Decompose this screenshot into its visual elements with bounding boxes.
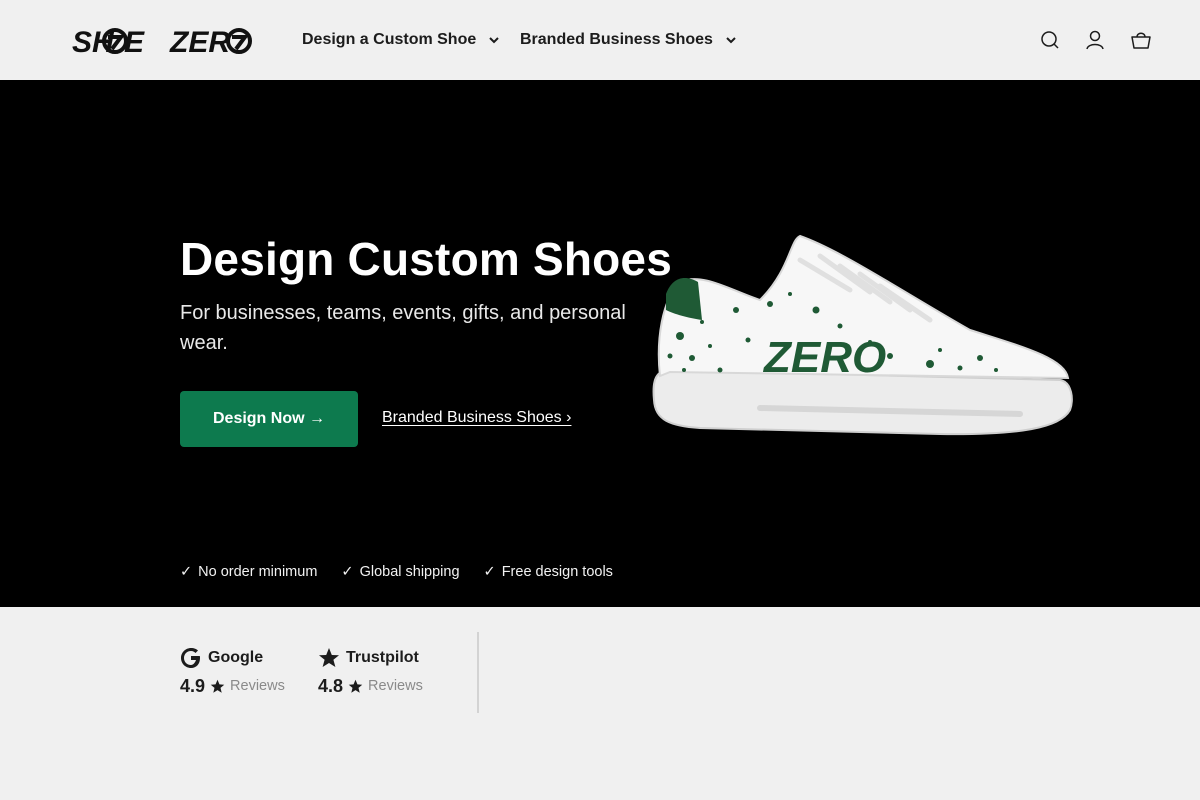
check-icon: ✓: [180, 564, 193, 580]
design-now-button[interactable]: Design Now →: [180, 391, 358, 447]
brand-logo[interactable]: SH E ZER: [72, 24, 254, 58]
hero-subtitle: For businesses, teams, events, gifts, an…: [180, 302, 626, 354]
nav-design-custom-shoe[interactable]: Design a Custom Shoe: [302, 29, 500, 51]
reviews-section: Google 4.9 Reviews Trustpilot 4.8 Review…: [0, 607, 1200, 800]
chevron-down-icon: [489, 37, 499, 44]
score-label: Reviews: [230, 678, 285, 694]
site-header: SH E ZER Design a Custom Shoe Branded Bu…: [0, 0, 1200, 80]
review-header: Trustpilot: [318, 647, 423, 669]
cart-icon[interactable]: [1129, 28, 1153, 52]
google-review[interactable]: Google 4.9 Reviews: [180, 647, 285, 697]
perk-label: Free design tools: [501, 564, 613, 580]
google-icon: [181, 648, 200, 668]
perk-item: ✓ Global shipping: [341, 564, 459, 580]
svg-text:ZER: ZER: [169, 26, 230, 58]
score-value: 4.8: [318, 675, 344, 696]
score-value: 4.9: [180, 675, 206, 696]
check-icon: ✓: [483, 564, 496, 580]
perk-label: No order minimum: [198, 564, 318, 580]
shoe-brand-text: ZERO: [762, 333, 886, 382]
perks-list: ✓ No order minimum ✓ Global shipping ✓ F…: [180, 564, 613, 580]
brand-logo-mark: SH E ZER: [72, 26, 252, 58]
check-icon: ✓: [341, 564, 354, 580]
nav-label: Design a Custom Shoe: [302, 31, 477, 48]
trustpilot-review[interactable]: Trustpilot 4.8 Reviews: [318, 647, 423, 697]
review-header: Google: [180, 647, 285, 669]
custom-shoe-image: ZERO: [652, 234, 1073, 436]
account-icon[interactable]: [1083, 28, 1107, 52]
review-score: 4.9 Reviews: [180, 675, 285, 697]
branded-business-shoes-link[interactable]: Branded Business Shoes ›: [382, 409, 571, 427]
perk-item: ✓ No order minimum: [180, 564, 317, 580]
perk-label: Global shipping: [359, 564, 460, 580]
hero-section: Design Custom Shoes For businesses, team…: [0, 80, 1200, 607]
trustpilot-star-icon: [319, 648, 339, 667]
nav-branded-business-shoes[interactable]: Branded Business Shoes: [520, 29, 737, 51]
nav-label: Branded Business Shoes: [520, 31, 713, 48]
hero-title: Design Custom Shoes: [180, 233, 672, 285]
review-source: Google: [208, 649, 264, 666]
search-icon[interactable]: [1038, 28, 1062, 52]
star-icon: [348, 679, 363, 693]
reviews-divider: [477, 632, 479, 713]
star-icon: [210, 679, 225, 693]
perk-item: ✓ Free design tools: [484, 564, 613, 580]
score-label: Reviews: [368, 678, 423, 694]
review-score: 4.8 Reviews: [318, 675, 423, 697]
review-source: Trustpilot: [346, 649, 419, 666]
chevron-down-icon: [726, 37, 736, 44]
